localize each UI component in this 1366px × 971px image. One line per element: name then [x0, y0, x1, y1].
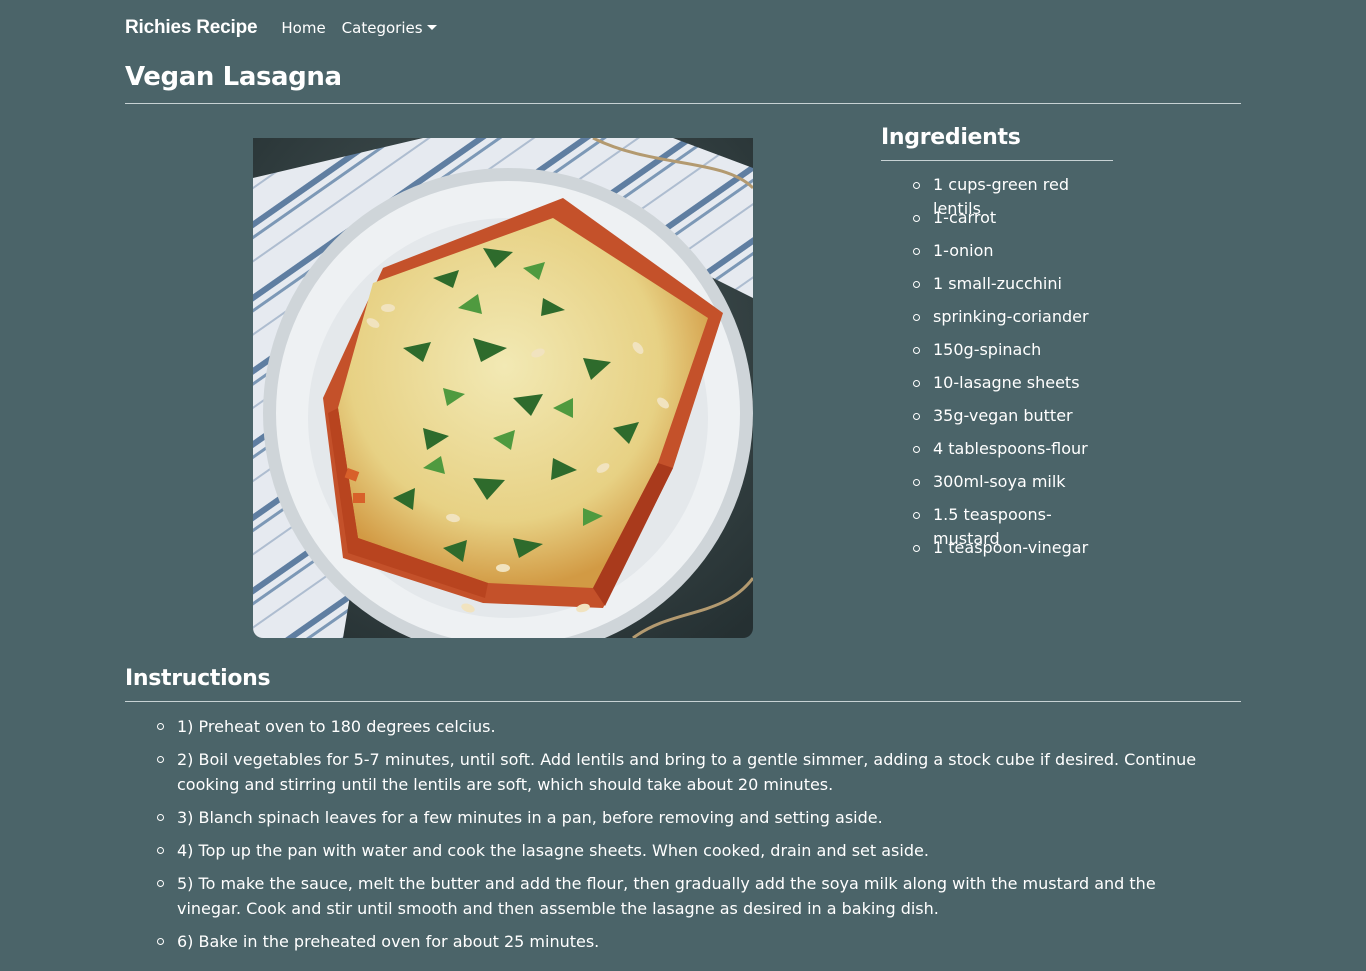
nav-categories-dropdown[interactable]: Categories	[342, 19, 437, 37]
instruction-step: 5) To make the sauce, melt the butter an…	[157, 871, 1217, 921]
ingredients-heading: Ingredients	[881, 125, 1021, 150]
list-item: 300ml-soya milk	[913, 470, 1113, 503]
list-item: 35g-vegan butter	[913, 404, 1113, 437]
list-item: 1 cups-green red lentils	[913, 173, 1113, 218]
list-item: 4 tablespoons-flour	[913, 437, 1113, 470]
navbar: Richies Recipe Home Categories	[125, 0, 1241, 56]
instructions-heading: Instructions	[125, 666, 271, 691]
instructions-list: 1) Preheat oven to 180 degrees celcius. …	[125, 714, 1241, 954]
ingredients-list: 1 cups-green red lentils 1-carrot 1-onio…	[881, 173, 1113, 569]
recipe-overview: Ingredients 1 cups-green red lentils 1-c…	[125, 104, 1241, 664]
instruction-step: 1) Preheat oven to 180 degrees celcius.	[157, 714, 1217, 739]
list-item: 1-carrot	[913, 206, 1113, 239]
list-item: 1 teaspoon-vinegar	[913, 536, 1113, 569]
instruction-step: 4) Top up the pan with water and cook th…	[157, 838, 1217, 863]
ingredients-divider	[881, 160, 1113, 161]
recipe-title: Vegan Lasagna	[125, 62, 342, 92]
instruction-step: 2) Boil vegetables for 5-7 minutes, unti…	[157, 747, 1217, 797]
list-item: 10-lasagne sheets	[913, 371, 1113, 404]
ingredients-panel: Ingredients 1 cups-green red lentils 1-c…	[881, 122, 1113, 569]
instructions-section: Instructions 1) Preheat oven to 180 degr…	[125, 664, 1241, 954]
instructions-divider	[125, 701, 1241, 702]
instruction-step: 3) Blanch spinach leaves for a few minut…	[157, 805, 1217, 830]
nav-home-link[interactable]: Home	[281, 19, 325, 37]
instruction-step: 6) Bake in the preheated oven for about …	[157, 929, 1217, 954]
list-item: 1.5 teaspoons-mustard	[913, 503, 1113, 548]
brand-link[interactable]: Richies Recipe	[125, 17, 258, 39]
nav-categories-label: Categories	[341, 19, 423, 37]
list-item: 1-onion	[913, 239, 1113, 272]
list-item: sprinking-coriander	[913, 305, 1113, 338]
list-item: 150g-spinach	[913, 338, 1113, 371]
list-item: 1 small-zucchini	[913, 272, 1113, 305]
caret-down-icon	[426, 24, 437, 30]
recipe-photo	[253, 138, 753, 638]
page-container: Richies Recipe Home Categories Vegan Las…	[125, 0, 1241, 954]
lasagna-photo-illustration	[253, 138, 753, 638]
